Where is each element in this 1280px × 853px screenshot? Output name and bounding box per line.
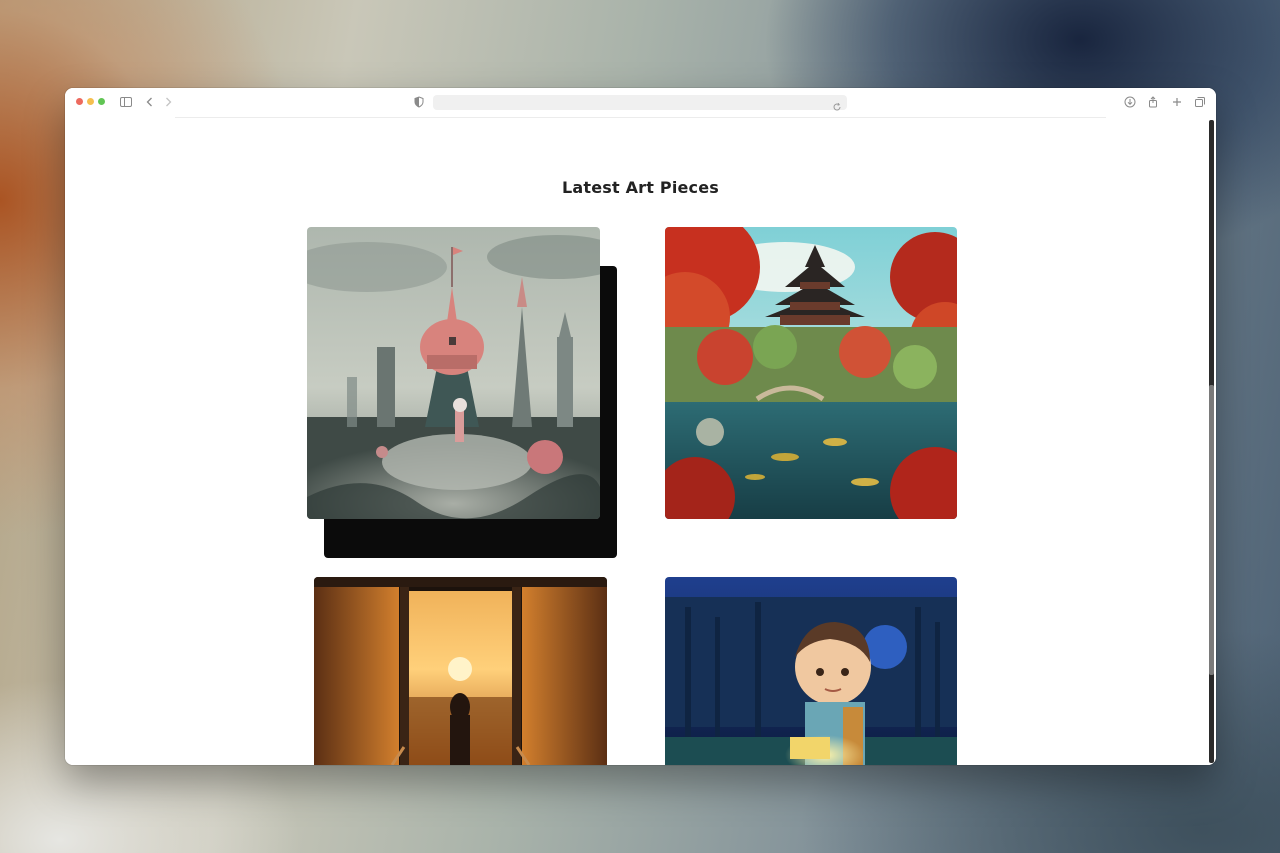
browser-toolbar	[65, 88, 1216, 117]
scrollbar-thumb[interactable]	[1209, 385, 1214, 675]
zoom-window-button[interactable]	[98, 98, 105, 105]
page-content: Latest Art Pieces	[65, 118, 1216, 765]
window-controls	[76, 98, 105, 105]
close-window-button[interactable]	[76, 98, 83, 105]
plus-icon[interactable]	[1170, 95, 1184, 109]
castle-painting-image	[307, 227, 600, 519]
scrollbar-track[interactable]	[1209, 120, 1214, 763]
chevron-left-icon[interactable]	[143, 95, 157, 109]
share-icon[interactable]	[1146, 95, 1160, 109]
sunset-elevator-painting-image	[314, 577, 607, 765]
minimize-window-button[interactable]	[87, 98, 94, 105]
address-bar[interactable]	[433, 95, 847, 111]
art-piece-sunset-elevator[interactable]	[314, 577, 607, 765]
boy-glowing-book-painting-image	[665, 577, 957, 765]
download-icon[interactable]	[1123, 95, 1137, 109]
browser-window: Latest Art Pieces	[65, 88, 1216, 765]
pagoda-garden-painting-image	[665, 227, 957, 519]
chevron-right-icon[interactable]	[161, 95, 175, 109]
art-piece-castle[interactable]	[307, 227, 600, 519]
tabs-overview-icon[interactable]	[1193, 95, 1207, 109]
page-title: Latest Art Pieces	[561, 178, 720, 197]
sidebar-icon[interactable]	[119, 95, 133, 109]
art-piece-boy-glowing-book[interactable]	[665, 577, 957, 765]
shield-icon[interactable]	[412, 95, 426, 109]
reload-icon[interactable]	[832, 97, 843, 111]
art-piece-pagoda-garden[interactable]	[665, 227, 957, 519]
